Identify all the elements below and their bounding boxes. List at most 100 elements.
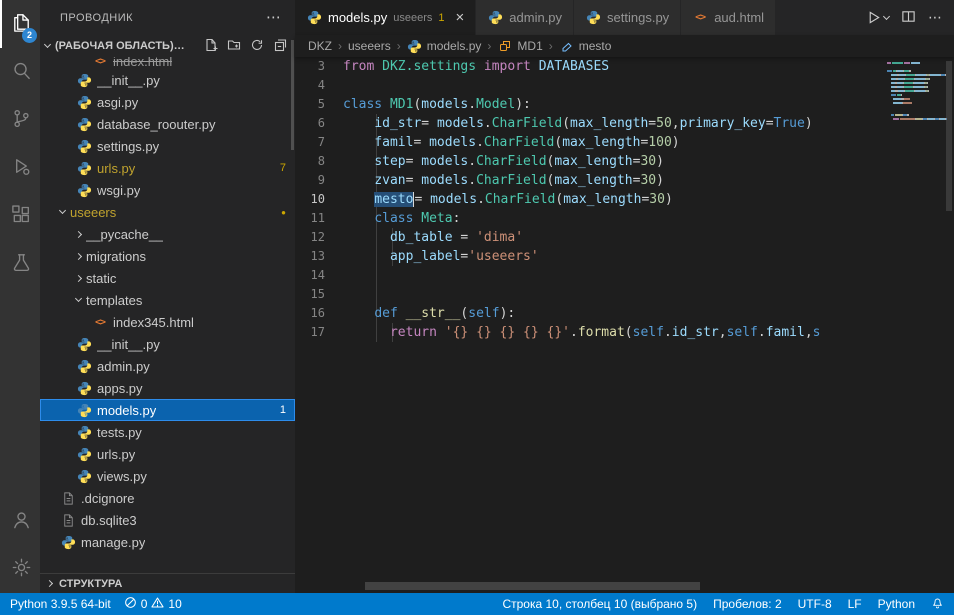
problems-status[interactable]: 0 10 bbox=[124, 596, 182, 612]
code-line[interactable]: 10 mesto= models.CharField(max_length=30… bbox=[295, 190, 884, 209]
breadcrumb-folder-dkz[interactable]: DKZ bbox=[308, 39, 332, 53]
tree-file-wsgi-py[interactable]: wsgi.py bbox=[40, 179, 295, 201]
editor-vertical-scrollbar[interactable] bbox=[944, 57, 954, 593]
code-line[interactable]: 17 return '{} {} {} {} {}'.format(self.i… bbox=[295, 323, 884, 342]
tree-file-dcignore[interactable]: .dcignore bbox=[40, 487, 295, 509]
more-actions-icon[interactable]: ⋯ bbox=[266, 10, 281, 25]
tree-file-init-py[interactable]: __init__.py bbox=[40, 69, 295, 91]
minimap[interactable] bbox=[884, 57, 944, 593]
code-line[interactable]: 9 zvan= models.CharField(max_length=30) bbox=[295, 171, 884, 190]
code-line[interactable]: 8 step= models.CharField(max_length=30) bbox=[295, 152, 884, 171]
tree-file-index-html[interactable]: <>index.html bbox=[40, 57, 295, 69]
tree-file-settings-py[interactable]: settings.py bbox=[40, 135, 295, 157]
python-version-label: Python 3.9.5 64-bit bbox=[10, 597, 111, 611]
tree-file-tests-py[interactable]: tests.py bbox=[40, 421, 295, 443]
collapse-all-icon[interactable] bbox=[273, 38, 287, 55]
code-token: models bbox=[421, 173, 468, 188]
activity-testing-button[interactable] bbox=[0, 240, 40, 288]
activity-run-debug-button[interactable] bbox=[0, 144, 40, 192]
close-icon[interactable]: × bbox=[456, 10, 465, 25]
python-interpreter-status[interactable]: Python 3.9.5 64-bit bbox=[10, 597, 111, 611]
activity-extensions-button[interactable] bbox=[0, 192, 40, 240]
tab-directory-hint: useeers bbox=[393, 12, 432, 24]
split-editor-button[interactable] bbox=[901, 9, 916, 27]
code-area[interactable]: 3from DKZ.settings import DATABASES45cla… bbox=[295, 57, 954, 593]
code-token: 30 bbox=[640, 154, 656, 169]
code-line[interactable]: 11 class Meta: bbox=[295, 209, 884, 228]
tree-item-label: apps.py bbox=[97, 381, 143, 396]
run-python-file-button[interactable] bbox=[866, 10, 889, 25]
outline-label: СТРУКТУРА bbox=[59, 578, 122, 590]
scrollbar-thumb[interactable] bbox=[946, 61, 952, 211]
new-folder-icon[interactable] bbox=[227, 38, 241, 55]
tree-folder-useeers[interactable]: useeers● bbox=[40, 201, 295, 223]
code-line[interactable]: 6 id_str= models.CharField(max_length=50… bbox=[295, 114, 884, 133]
code-line[interactable]: 12 db_table = 'dima' bbox=[295, 228, 884, 247]
code-line[interactable]: 4 bbox=[295, 76, 884, 95]
tab-models-py[interactable]: models.py useeers 1 × bbox=[295, 0, 476, 35]
tree-folder-templates[interactable]: templates bbox=[40, 289, 295, 311]
tree-file-index345-html[interactable]: <>index345.html bbox=[40, 311, 295, 333]
tree-file-admin-py[interactable]: admin.py bbox=[40, 355, 295, 377]
tree-file-db-sqlite3[interactable]: db.sqlite3 bbox=[40, 509, 295, 531]
tab-admin-py[interactable]: admin.py bbox=[476, 0, 574, 35]
tree-file-urls-py[interactable]: urls.py7 bbox=[40, 157, 295, 179]
cursor-position-status[interactable]: Строка 10, столбец 10 (выбрано 5) bbox=[502, 597, 697, 611]
editor-horizontal-scrollbar[interactable] bbox=[365, 582, 700, 590]
breadcrumb-class-md1[interactable]: MD1 bbox=[497, 38, 542, 54]
tree-file-views-py[interactable]: views.py bbox=[40, 465, 295, 487]
tab-settings-py[interactable]: settings.py bbox=[574, 0, 681, 35]
sidebar-scrollbar[interactable] bbox=[291, 40, 294, 150]
account-button[interactable] bbox=[0, 497, 40, 545]
activity-explorer-button[interactable]: 2 bbox=[0, 0, 40, 48]
indentation-status[interactable]: Пробелов: 2 bbox=[713, 597, 782, 611]
tree-file-urls-py[interactable]: urls.py bbox=[40, 443, 295, 465]
breadcrumb-file-models-py[interactable]: models.py bbox=[407, 38, 482, 54]
code-line[interactable]: 13 app_label='useeers' bbox=[295, 247, 884, 266]
tree-folder-migrations[interactable]: migrations bbox=[40, 245, 295, 267]
tree-item-label: asgi.py bbox=[97, 95, 138, 110]
activity-source-control-button[interactable] bbox=[0, 96, 40, 144]
activity-search-button[interactable] bbox=[0, 48, 40, 96]
code-line[interactable]: 5class MD1(models.Model): bbox=[295, 95, 884, 114]
tree-file-init-py[interactable]: __init__.py bbox=[40, 333, 295, 355]
tree-file-models-py[interactable]: models.py1 bbox=[40, 399, 295, 421]
tree-file-asgi-py[interactable]: asgi.py bbox=[40, 91, 295, 113]
code-token: . bbox=[484, 116, 492, 131]
code-token: = bbox=[421, 116, 437, 131]
tree-item-label: index345.html bbox=[113, 315, 194, 330]
breadcrumb-folder-useeers[interactable]: useeers bbox=[348, 39, 391, 53]
play-icon bbox=[866, 10, 881, 25]
workspace-section-header[interactable]: (РАБОЧАЯ ОБЛАСТЬ) ... bbox=[40, 35, 295, 57]
code-token: CharField bbox=[476, 173, 546, 188]
tree-folder-pycache[interactable]: __pycache__ bbox=[40, 223, 295, 245]
eol-status[interactable]: LF bbox=[848, 597, 862, 611]
tree-folder-static[interactable]: static bbox=[40, 267, 295, 289]
settings-button[interactable] bbox=[0, 545, 40, 593]
python-file-icon bbox=[487, 10, 503, 26]
refresh-icon[interactable] bbox=[250, 38, 264, 55]
code-token: CharField bbox=[485, 192, 555, 207]
tree-file-apps-py[interactable]: apps.py bbox=[40, 377, 295, 399]
tab-aud-html[interactable]: <> aud.html bbox=[681, 0, 776, 35]
encoding-status[interactable]: UTF-8 bbox=[798, 597, 832, 611]
language-mode-status[interactable]: Python bbox=[878, 597, 915, 611]
code-line[interactable]: 16 def __str__(self): bbox=[295, 304, 884, 323]
new-file-icon[interactable] bbox=[204, 38, 218, 55]
breadcrumb-field-mesto[interactable]: mesto bbox=[559, 38, 612, 54]
code-line[interactable]: 3from DKZ.settings import DATABASES bbox=[295, 57, 884, 76]
tree-item-label: __init__.py bbox=[97, 337, 160, 352]
more-actions-icon[interactable]: ⋯ bbox=[928, 9, 942, 26]
code-token: ( bbox=[555, 192, 563, 207]
code-token: self bbox=[468, 306, 499, 321]
tree-file-database-roouter-py[interactable]: database_roouter.py bbox=[40, 113, 295, 135]
code-line[interactable]: 7 famil= models.CharField(max_length=100… bbox=[295, 133, 884, 152]
code-token: models bbox=[437, 116, 484, 131]
code-line[interactable]: 14 bbox=[295, 266, 884, 285]
outline-section-header[interactable]: СТРУКТУРА bbox=[40, 573, 295, 593]
code-token bbox=[343, 230, 390, 245]
code-token: 30 bbox=[649, 192, 665, 207]
code-line[interactable]: 15 bbox=[295, 285, 884, 304]
notifications-button[interactable] bbox=[931, 596, 944, 612]
tree-file-manage-py[interactable]: manage.py bbox=[40, 531, 295, 553]
